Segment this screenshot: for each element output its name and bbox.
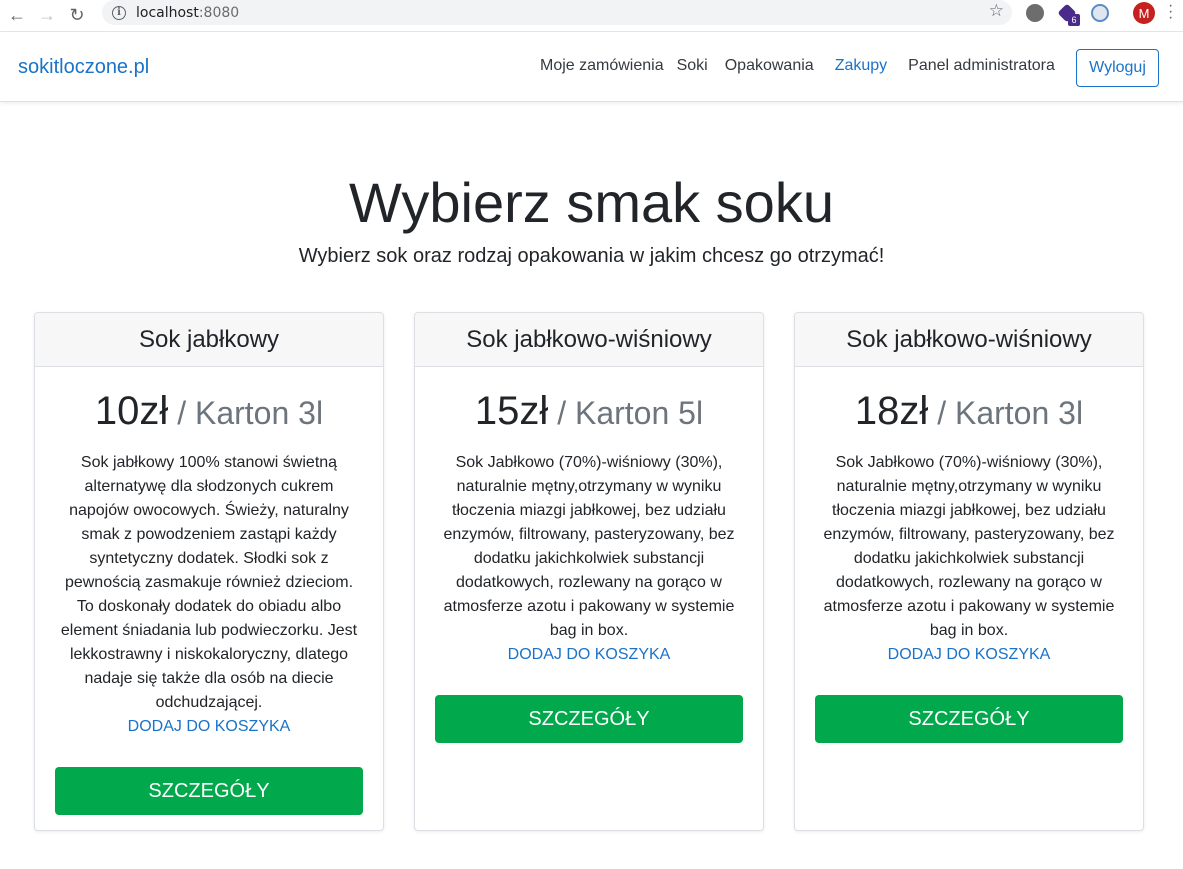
description-line: Sok Jabłkowo (70%)-wiśniowy (30%), (835, 454, 1103, 471)
description-line: alternatywę dla słodzonych cukrem (84, 478, 334, 495)
address-bar[interactable]: i localhost:8080 ☆ (102, 0, 1012, 25)
description-line: To doskonały dodatek do obiadu albo (76, 598, 342, 615)
description-line: element śniadania lub podwieczorku. Jest (60, 622, 358, 639)
logout-button[interactable]: Wyloguj (1076, 49, 1159, 87)
card-price: 15zł / Karton 5l (415, 389, 763, 439)
description-line: dodatku jakichkolwiek substancji (473, 550, 705, 567)
nav-links: Moje zamówienia Soki Opakowania Zakupy P… (540, 57, 1055, 75)
browser-menu-icon[interactable]: · · · (1168, 0, 1173, 26)
description-line: atmosferze azotu i pakowany w systemie (443, 598, 735, 615)
back-arrow-icon[interactable]: ← (6, 5, 28, 27)
price-amount: 15zł (474, 389, 549, 433)
description-line: nadaje się także dla osób na diecie (84, 670, 334, 687)
page-subtitle: Wybierz sok oraz rodzaj opakowania w jak… (298, 245, 885, 267)
description-line: enzymów, filtrowany, pasteryzowany, bez (823, 526, 1115, 543)
extension-icon[interactable] (1026, 4, 1044, 22)
description-line: odchudzającej. (155, 694, 263, 711)
forward-arrow-icon[interactable]: → (36, 5, 58, 27)
add-to-cart-link[interactable]: DODAJ DO KOSZYKA (55, 715, 363, 739)
description-line: tłoczenia miazgi jabłkowej, bez udziału (832, 502, 1106, 519)
nav-link-juices[interactable]: Soki (677, 57, 708, 75)
description-line: Sok Jabłkowo (70%)-wiśniowy (30%), (455, 454, 723, 471)
description-line: naturalnie mętny,otrzymany w wyniku (456, 478, 722, 495)
price-amount: 18zł (854, 389, 929, 433)
card-description: Sok Jabłkowo (70%)-wiśniowy (30%), natur… (795, 451, 1143, 667)
card-description: Sok jabłkowy 100% stanowi świetną altern… (35, 451, 383, 739)
extension-badge: 6 (1068, 14, 1080, 26)
bookmark-star-icon[interactable]: ☆ (989, 1, 1004, 21)
description-line: lekkostrawny i niskokaloryczny, dlatego (69, 646, 349, 663)
add-to-cart-link[interactable]: DODAJ DO KOSZYKA (435, 643, 743, 667)
profile-avatar[interactable]: M (1133, 2, 1155, 24)
site-navbar: sokitloczone.pl Moje zamówienia Soki Opa… (0, 32, 1183, 102)
description-line: napojów owocowych. Świeży, naturalny (69, 502, 349, 519)
card-description: Sok Jabłkowo (70%)-wiśniowy (30%), natur… (415, 451, 763, 667)
description-line: dodatku jakichkolwiek substancji (853, 550, 1085, 567)
card-title: Sok jabłkowy (35, 313, 383, 367)
price-unit: / Karton 3l (168, 395, 324, 431)
details-button[interactable]: SZCZEGÓŁY (815, 695, 1123, 743)
brand-link[interactable]: sokitloczone.pl (18, 56, 149, 79)
description-line: tłoczenia miazgi jabłkowej, bez udziału (452, 502, 726, 519)
description-line: syntetyczny dodatek. Słodki sok z (89, 550, 329, 567)
description-line: enzymów, filtrowany, pasteryzowany, bez (443, 526, 735, 543)
price-unit: / Karton 5l (548, 395, 704, 431)
card-title: Sok jabłkowo-wiśniowy (795, 313, 1143, 367)
card-title: Sok jabłkowo-wiśniowy (415, 313, 763, 367)
description-line: atmosferze azotu i pakowany w systemie (823, 598, 1115, 615)
product-card: Sok jabłkowy 10zł / Karton 3l Sok jabłko… (34, 312, 384, 831)
details-button[interactable]: SZCZEGÓŁY (435, 695, 743, 743)
add-to-cart-link[interactable]: DODAJ DO KOSZYKA (815, 643, 1123, 667)
product-card: Sok jabłkowo-wiśniowy 15zł / Karton 5l S… (414, 312, 764, 831)
card-price: 18zł / Karton 3l (795, 389, 1143, 439)
info-icon[interactable]: i (112, 5, 126, 20)
url-host: localhost (136, 4, 199, 21)
product-card: Sok jabłkowo-wiśniowy 18zł / Karton 3l S… (794, 312, 1144, 831)
browser-toolbar: ← → ↻ i localhost:8080 ☆ 6 M · · · (0, 0, 1183, 32)
extension-icon[interactable] (1091, 4, 1109, 22)
details-button[interactable]: SZCZEGÓŁY (55, 767, 363, 815)
reload-icon[interactable]: ↻ (66, 5, 88, 27)
nav-link-shopping[interactable]: Zakupy (835, 57, 887, 75)
description-line: Sok jabłkowy 100% stanowi świetną (80, 454, 338, 471)
description-line: smak z powodzeniem zastąpi każdy (81, 526, 337, 543)
description-line: dodatkowych, rozlewany na gorąco w (836, 574, 1102, 591)
description-line: bag in box. (929, 622, 1009, 639)
url-port: :8080 (198, 4, 240, 21)
nav-link-orders[interactable]: Moje zamówienia (540, 57, 664, 75)
url-text[interactable]: localhost:8080 (136, 5, 239, 21)
description-line: pewnością zasmakuje również dzieciom. (64, 574, 354, 591)
page-title: Wybierz smak soku (349, 171, 834, 234)
price-unit: / Karton 3l (928, 395, 1084, 431)
description-line: bag in box. (549, 622, 629, 639)
nav-link-admin[interactable]: Panel administratora (908, 57, 1055, 75)
nav-link-packaging[interactable]: Opakowania (725, 57, 814, 75)
card-price: 10zł / Karton 3l (35, 389, 383, 439)
description-line: naturalnie mętny,otrzymany w wyniku (836, 478, 1102, 495)
description-line: dodatkowych, rozlewany na gorąco w (456, 574, 722, 591)
price-amount: 10zł (94, 389, 169, 433)
